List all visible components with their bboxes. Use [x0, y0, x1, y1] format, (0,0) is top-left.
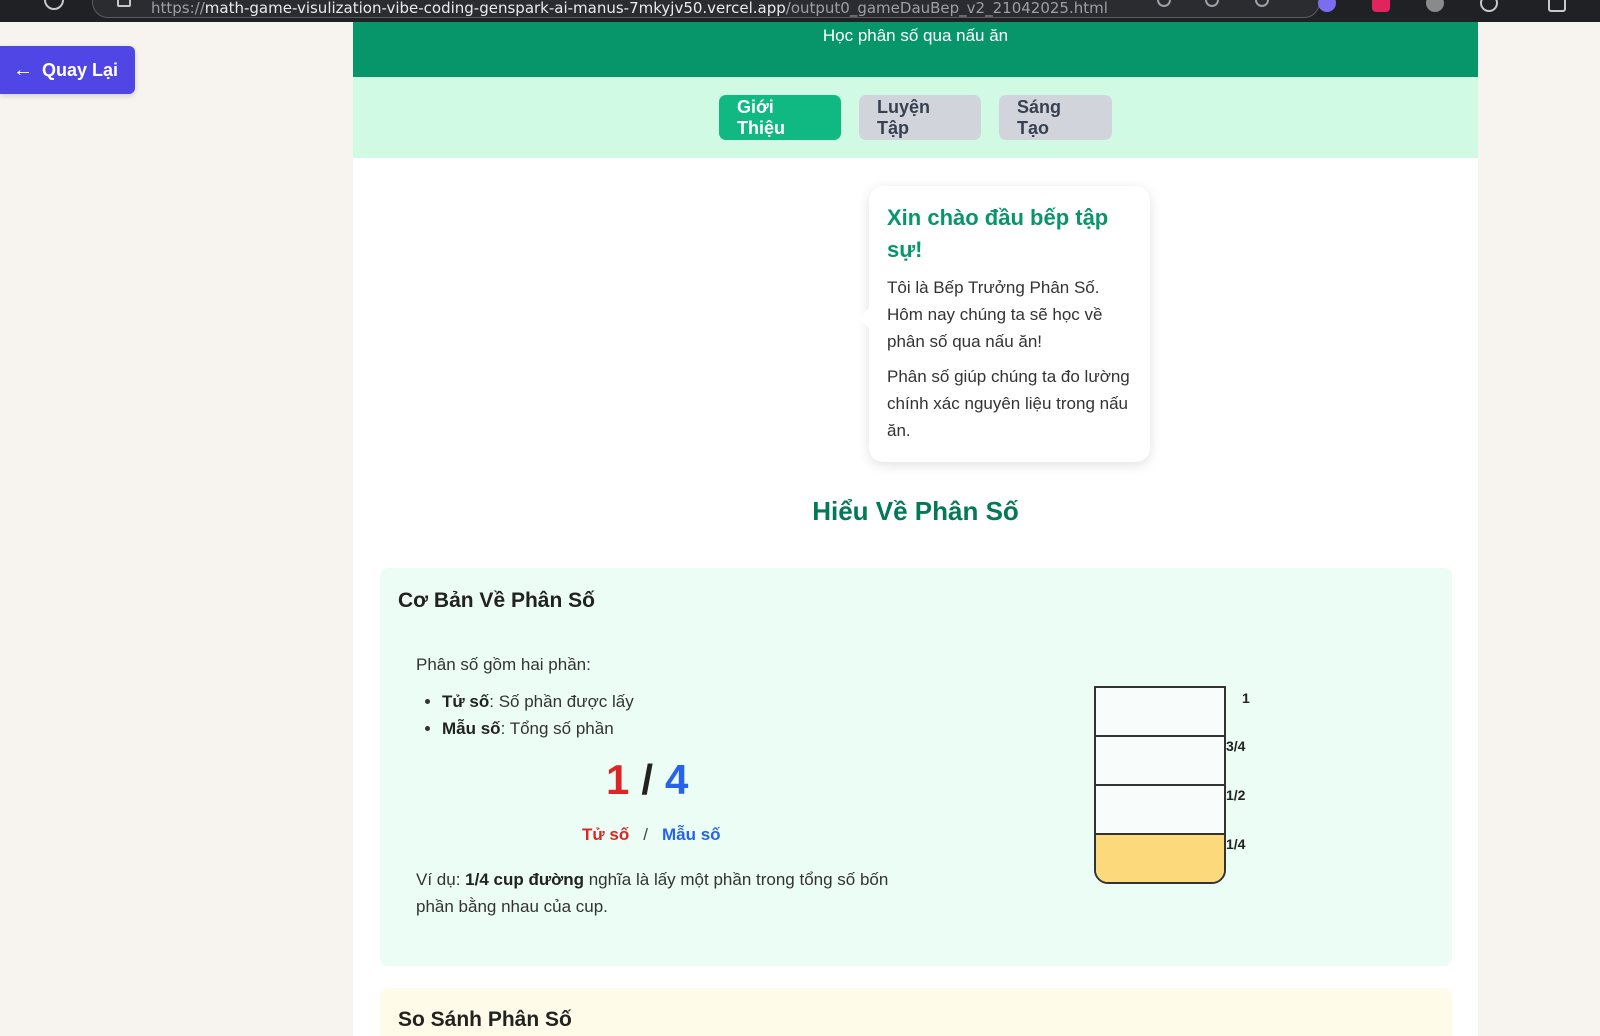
profile-icon[interactable]	[1426, 0, 1444, 12]
tab-luyen-tap[interactable]: Luyện Tập	[859, 95, 981, 140]
numerator-label: Tử số	[582, 825, 630, 844]
cup-segment	[1096, 737, 1224, 786]
term-numerator-desc: : Số phần được lấy	[489, 692, 634, 711]
fraction-numerator: 1	[606, 756, 630, 803]
cup-mark-1-4: 1/4	[1226, 836, 1246, 852]
compare-fractions-card: So Sánh Phân Số	[380, 988, 1452, 1036]
url-text[interactable]: https://math-game-visulization-vibe-codi…	[151, 0, 1108, 17]
card-title: Cơ Bản Về Phân Số	[398, 589, 595, 612]
extension-icon[interactable]	[1372, 0, 1390, 12]
cup-mark-3-4: 3/4	[1226, 738, 1246, 754]
browser-toolbar: https://math-game-visulization-vibe-codi…	[0, 0, 1600, 22]
read-aloud-icon[interactable]	[1205, 0, 1219, 7]
page-info-icon[interactable]	[117, 0, 131, 7]
address-bar[interactable]: https://math-game-visulization-vibe-codi…	[92, 0, 1320, 18]
cup-segment	[1096, 688, 1224, 737]
fraction-basics-card: Cơ Bản Về Phân Số Phân số gồm hai phần: …	[380, 568, 1452, 966]
sidebar-icon[interactable]	[1548, 0, 1566, 12]
example-prefix: Ví dụ:	[416, 870, 466, 889]
denominator-label: Mẫu số	[662, 825, 721, 844]
list-item: Mẫu số: Tổng số phần	[442, 715, 634, 742]
chef-speech-bubble: Xin chào đầu bếp tập sự! Tôi là Bếp Trưở…	[859, 186, 1150, 462]
term-denominator-desc: : Tổng số phần	[500, 719, 614, 738]
term-numerator: Tử số	[442, 692, 490, 711]
page-header: Học phân số qua nấu ăn	[353, 22, 1478, 77]
label-separator: /	[643, 825, 648, 844]
settings-gear-icon[interactable]	[1480, 0, 1498, 12]
url-prefix: https://	[151, 0, 205, 17]
bubble-title: Xin chào đầu bếp tập sự!	[887, 205, 1109, 262]
fraction-display: 1/4	[606, 756, 688, 804]
url-path: /output0_gameDauBep_v2_21042025.html	[785, 0, 1108, 17]
cup-fill-level	[1096, 833, 1224, 882]
list-item: Tử số: Số phần được lấy	[442, 688, 634, 715]
term-denominator: Mẫu số	[442, 719, 501, 738]
back-button[interactable]: ← Quay Lại	[0, 46, 135, 94]
measuring-cup	[1094, 686, 1226, 884]
fraction-parts-list: Tử số: Số phần được lấy Mẫu số: Tổng số …	[442, 688, 634, 742]
arrow-left-icon: ←	[13, 59, 33, 81]
fraction-labels: Tử số / Mẫu số	[582, 825, 721, 845]
url-host: math-game-visulization-vibe-coding-gensp…	[204, 0, 786, 17]
cup-mark-1: 1	[1242, 690, 1250, 706]
example-bold: 1/4 cup đường	[465, 870, 584, 889]
fraction-slash: /	[641, 756, 654, 803]
cup-segment	[1096, 786, 1224, 835]
tab-bar: Giới Thiệu Luyện Tập Sáng Tạo	[353, 77, 1478, 158]
main-container: Học phân số qua nấu ăn Giới Thiệu Luyện …	[353, 22, 1478, 1036]
tab-sang-tao[interactable]: Sáng Tạo	[999, 95, 1112, 140]
section-title: Hiểu Về Phân Số	[812, 496, 1019, 526]
reload-icon[interactable]	[44, 0, 64, 10]
card-title: So Sánh Phân Số	[398, 1008, 572, 1031]
zoom-icon[interactable]	[1157, 0, 1171, 7]
fraction-example: Ví dụ: 1/4 cup đường nghĩa là lấy một ph…	[416, 866, 916, 920]
cup-mark-1-2: 1/2	[1226, 787, 1246, 803]
card-intro: Phân số gồm hai phần:	[416, 655, 591, 674]
bubble-paragraph-2: Phân số giúp chúng ta đo lường chính xác…	[887, 367, 1130, 440]
tab-gioi-thieu[interactable]: Giới Thiệu	[719, 95, 841, 140]
copilot-icon[interactable]	[1318, 0, 1336, 12]
header-subtitle: Học phân số qua nấu ăn	[822, 26, 1009, 45]
bubble-paragraph-1: Tôi là Bếp Trưởng Phân Số. Hôm nay chúng…	[887, 278, 1103, 351]
favorite-star-icon[interactable]	[1255, 0, 1269, 7]
back-button-label: Quay Lại	[42, 59, 119, 80]
fraction-denominator: 4	[665, 756, 689, 803]
